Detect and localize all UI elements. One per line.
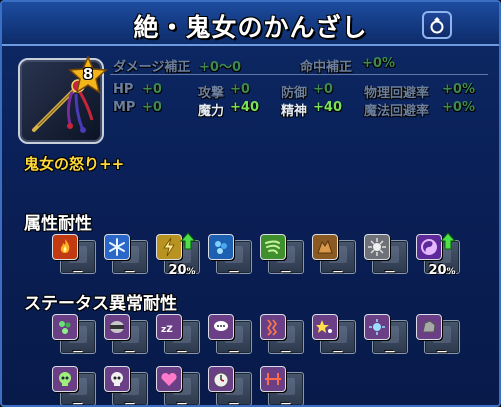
berserk-icon [260, 366, 286, 392]
resist-value: － [227, 265, 240, 279]
elemental-resist-ice: － [104, 234, 150, 279]
lightning-icon [156, 234, 182, 260]
elemental-resist-title: 属性耐性 [24, 214, 92, 234]
mag-evade-label: 魔法回避率 [364, 104, 430, 119]
ailment-resist-doom: － [104, 366, 150, 407]
resist-value: － [227, 345, 240, 359]
elemental-resist-wind: － [260, 234, 306, 279]
wind-icon [260, 234, 286, 260]
phys-evade-label: 物理回避率 [364, 86, 430, 101]
resist-value: － [227, 397, 240, 407]
resist-value: 20% [428, 263, 456, 278]
dark-icon [416, 234, 442, 260]
ailment-resist-confuse: － [312, 314, 358, 359]
hp-value: +0 [142, 82, 162, 97]
resist-value: － [123, 345, 136, 359]
confuse-icon [312, 314, 338, 340]
resist-value: － [123, 397, 136, 407]
poison-icon [52, 314, 78, 340]
mag-evade-value: +0% [442, 100, 475, 115]
ring-icon [430, 17, 444, 34]
resist-value: － [175, 345, 188, 359]
resist-value: － [279, 397, 292, 407]
resist-value: － [383, 345, 396, 359]
ailment-resist-title: ステータス異常耐性 [24, 294, 177, 314]
elemental-resist-earth: － [312, 234, 358, 279]
resist-value: － [383, 265, 396, 279]
resist-value: － [435, 345, 448, 359]
ailment-resist-petrify: － [416, 314, 462, 359]
attack-value: +0 [230, 82, 250, 97]
phys-evade-value: +0% [442, 82, 475, 97]
ailment-resist-death: － [52, 366, 98, 407]
damage-label: ダメージ補正 [113, 60, 191, 75]
light-icon [364, 234, 390, 260]
accessory-button[interactable] [422, 11, 452, 39]
ice-icon [104, 234, 130, 260]
defense-value: +0 [313, 82, 333, 97]
resist-value: － [175, 397, 188, 407]
magic-value: +40 [230, 100, 259, 115]
resist-value: － [71, 345, 84, 359]
spirit-label: 精神 [281, 104, 308, 119]
ailment-resist-paralyze: － [260, 314, 306, 359]
fire-icon [52, 234, 78, 260]
hit-value: +0% [362, 56, 395, 71]
ailment-resist-charm: － [156, 366, 202, 407]
item-level: 8 [82, 65, 94, 83]
ailment-resist-blind: － [104, 314, 150, 359]
skill-name[interactable]: 鬼女の怒り++ [24, 153, 124, 174]
svg-text:zZ: zZ [161, 325, 173, 335]
resist-value: － [71, 397, 84, 407]
item-detail-panel: 絶・鬼女のかんざし 8 ダメージ補正 +0～0 命中補正 +0% HP +0 攻… [0, 0, 501, 407]
earth-icon [312, 234, 338, 260]
ailment-resist-disease: － [364, 314, 410, 359]
ailment-resist-poison: － [52, 314, 98, 359]
death-icon [52, 366, 78, 392]
resist-value: － [331, 265, 344, 279]
spirit-value: +40 [313, 100, 342, 115]
resist-value: － [331, 345, 344, 359]
charm-icon [156, 366, 182, 392]
resist-value: － [123, 265, 136, 279]
doom-icon [104, 366, 130, 392]
elemental-resist-fire: － [52, 234, 98, 279]
title-bar: 絶・鬼女のかんざし [2, 2, 499, 46]
stat-divider [110, 74, 488, 75]
attack-label: 攻撃 [198, 86, 225, 101]
elemental-resist-water: － [208, 234, 254, 279]
ailment-resist-sleep: zZ － [156, 314, 202, 359]
stop-icon [208, 366, 234, 392]
ailment-resist-berserk: － [260, 366, 306, 407]
mp-value: +0 [142, 100, 162, 115]
up-arrow-icon [180, 232, 196, 250]
up-arrow-icon [440, 232, 456, 250]
resist-value: 20% [168, 263, 196, 278]
defense-label: 防御 [281, 86, 308, 101]
water-icon [208, 234, 234, 260]
elemental-resist-light: － [364, 234, 410, 279]
paralyze-icon [260, 314, 286, 340]
ailment-resist-stop: － [208, 366, 254, 407]
silence-icon [208, 314, 234, 340]
disease-icon [364, 314, 390, 340]
hit-label: 命中補正 [300, 60, 353, 75]
resist-value: － [279, 345, 292, 359]
resist-value: － [71, 265, 84, 279]
ailment-resist-silence: － [208, 314, 254, 359]
resist-value: － [279, 265, 292, 279]
petrify-icon [416, 314, 442, 340]
sleep-icon: zZ [156, 314, 182, 340]
mp-label: MP [113, 100, 136, 115]
hp-label: HP [113, 82, 134, 97]
blind-icon [104, 314, 130, 340]
elemental-resist-lightning: 20% [156, 232, 202, 278]
elemental-resist-dark: 20% [416, 232, 462, 278]
magic-label: 魔力 [198, 104, 225, 119]
damage-value: +0～0 [199, 60, 241, 75]
